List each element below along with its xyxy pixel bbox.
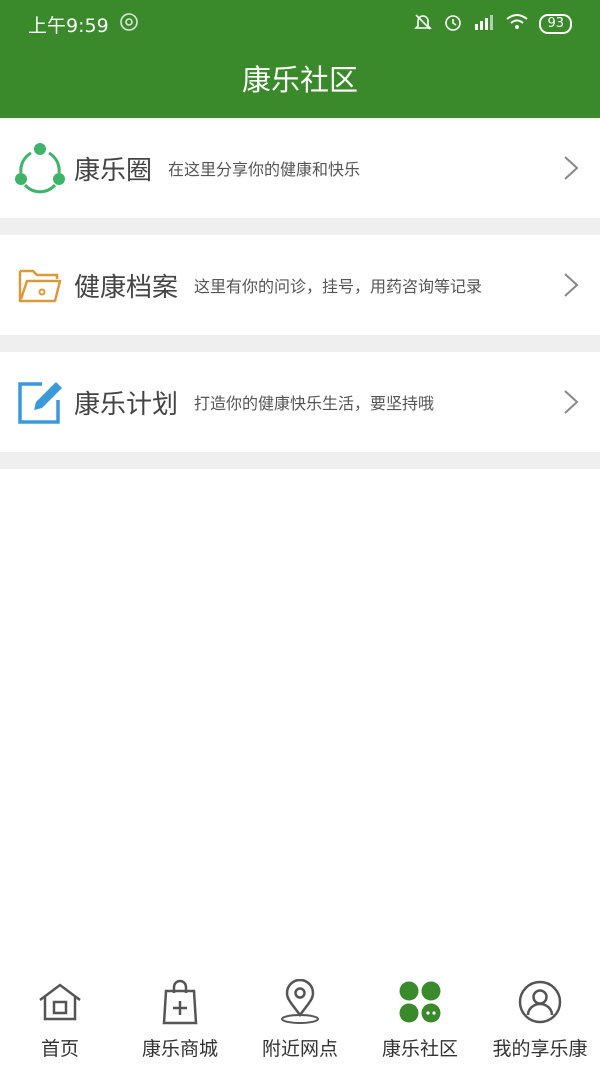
- tab-label: 附近网点: [261, 1038, 338, 1060]
- tab-label: 首页: [40, 1038, 79, 1060]
- wifi-icon: [505, 12, 529, 37]
- menu-item-kangle-plan[interactable]: 康乐计划 打造你的健康快乐生活，要坚持哦: [0, 352, 600, 452]
- tab-label: 康乐社区: [381, 1038, 458, 1060]
- home-icon: [36, 978, 84, 1026]
- menu-item-description: 打造你的健康快乐生活，要坚持哦: [194, 394, 435, 413]
- tab-home[interactable]: 首页: [0, 970, 120, 1067]
- community-icon: [396, 978, 444, 1026]
- mute-icon: [413, 12, 433, 37]
- shopping-bag-icon: [156, 978, 204, 1026]
- menu-item-title: 康乐圈: [74, 155, 153, 186]
- user-icon: [516, 978, 564, 1026]
- tab-label: 我的享乐康: [492, 1038, 588, 1060]
- chevron-right-icon: [564, 273, 579, 297]
- divider: [0, 335, 600, 352]
- tab-community[interactable]: 康乐社区: [360, 970, 480, 1067]
- app-header: 上午9:59 93 康乐社区: [0, 0, 600, 118]
- chevron-right-icon: [564, 156, 579, 180]
- page-title: 康乐社区: [241, 63, 358, 97]
- divider: [0, 452, 600, 469]
- bottom-tab-bar: 首页 康乐商城 附近网点 康乐社区 我的享乐康: [0, 970, 600, 1067]
- hotspot-icon: [119, 12, 139, 37]
- edit-icon: [12, 374, 68, 430]
- signal-icon: [473, 12, 495, 37]
- menu-item-description: 在这里分享你的健康和快乐: [168, 160, 361, 179]
- menu-list: 康乐圈 在这里分享你的健康和快乐 健康档案 这里有你的问诊，挂号，用药咨询等记录…: [0, 118, 600, 469]
- menu-item-title: 健康档案: [74, 272, 179, 303]
- menu-item-description: 这里有你的问诊，挂号，用药咨询等记录: [194, 277, 483, 296]
- status-bar: 上午9:59 93: [0, 0, 600, 48]
- folder-icon: [12, 257, 68, 313]
- divider: [0, 218, 600, 235]
- tab-mall[interactable]: 康乐商城: [120, 970, 240, 1067]
- tab-label: 康乐商城: [141, 1038, 218, 1060]
- battery-indicator: 93: [539, 14, 572, 34]
- location-pin-icon: [276, 978, 324, 1026]
- menu-item-health-records[interactable]: 健康档案 这里有你的问诊，挂号，用药咨询等记录: [0, 235, 600, 335]
- alarm-icon: [443, 12, 463, 37]
- tab-profile[interactable]: 我的享乐康: [480, 970, 600, 1067]
- chevron-right-icon: [564, 390, 579, 414]
- menu-item-title: 康乐计划: [74, 389, 179, 420]
- status-time: 上午9:59: [28, 14, 109, 37]
- share-circle-icon: [12, 140, 68, 196]
- tab-nearby[interactable]: 附近网点: [240, 970, 360, 1067]
- menu-item-kangle-circle[interactable]: 康乐圈 在这里分享你的健康和快乐: [0, 118, 600, 218]
